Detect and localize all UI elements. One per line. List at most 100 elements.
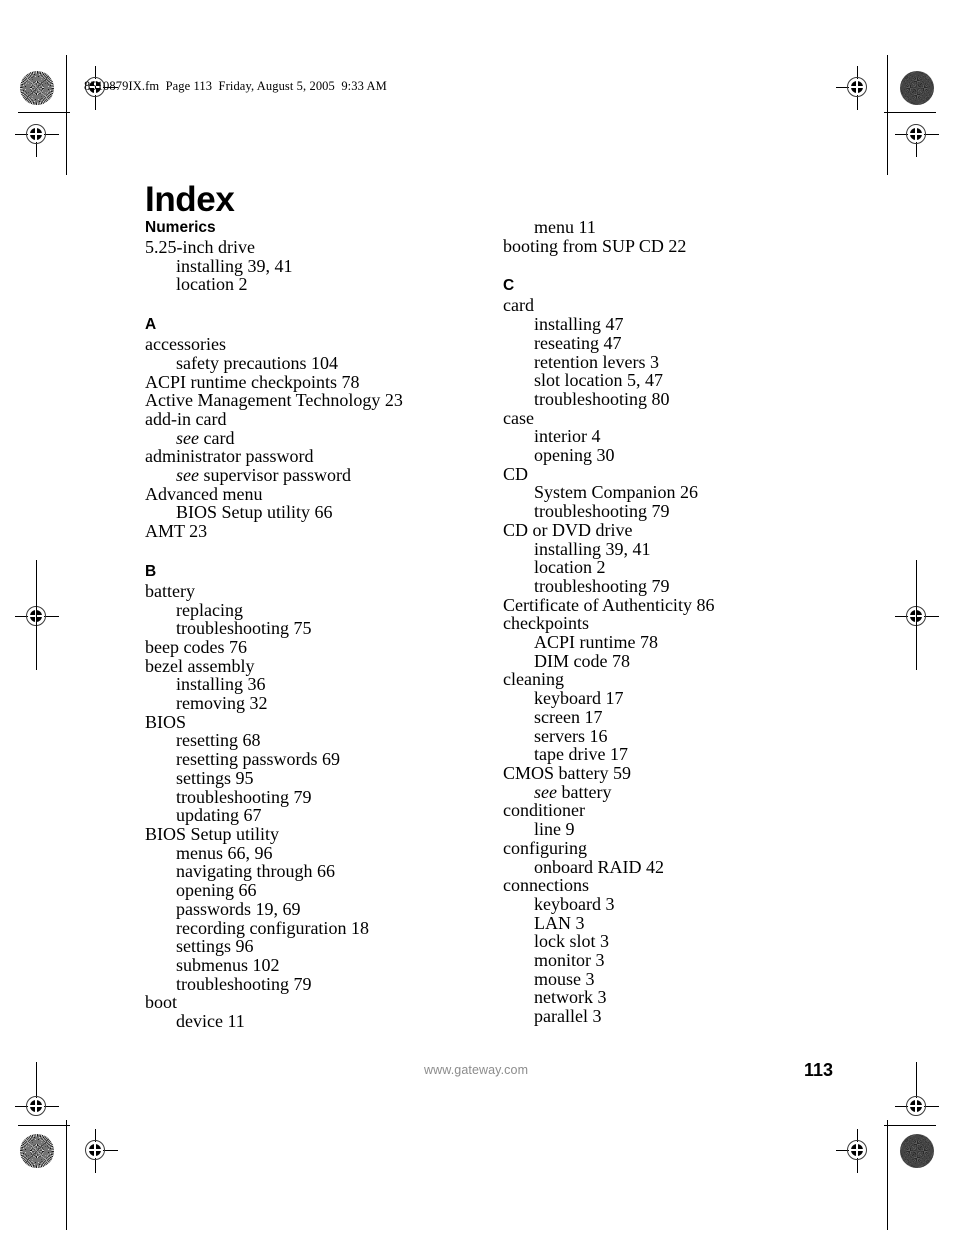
index-entry-cmos-battery-59: CMOS battery 59 bbox=[503, 762, 631, 783]
index-entry-boot: boot bbox=[145, 992, 178, 1013]
index-entry-text: supervisor password bbox=[198, 465, 351, 486]
registration-mark-top-left-trim bbox=[15, 113, 59, 157]
trim-rule-bottom-left-horizontal bbox=[18, 1125, 70, 1126]
trim-rule-bottom-left-inner bbox=[66, 1120, 67, 1230]
index-entry-replacing: replacing bbox=[176, 599, 243, 620]
index-section-heading-a: A bbox=[145, 316, 157, 334]
index-entry-troubleshooting-79: troubleshooting 79 bbox=[176, 973, 312, 994]
registration-mark-top-right-trim bbox=[895, 113, 939, 157]
density-patch-bottom-left bbox=[20, 1134, 54, 1168]
index-entry-network-3: network 3 bbox=[534, 987, 607, 1008]
trim-rule-top-right-vertical bbox=[887, 55, 888, 175]
registration-mark-top-right bbox=[836, 66, 880, 110]
index-entry-reseating-47: reseating 47 bbox=[534, 332, 622, 353]
index-entry-text: card bbox=[198, 427, 235, 448]
index-entry-safety-precautions-104: safety precautions 104 bbox=[176, 352, 338, 373]
index-entry-onboard-raid-42: onboard RAID 42 bbox=[534, 856, 664, 877]
index-entry-5-25-inch-drive: 5.25-inch drive bbox=[145, 237, 255, 257]
index-entry-retention-levers-3: retention levers 3 bbox=[534, 351, 659, 372]
index-section-heading-b: B bbox=[145, 562, 157, 580]
index-entry-parallel-3: parallel 3 bbox=[534, 1006, 602, 1027]
index-entry-mouse-3: mouse 3 bbox=[534, 968, 595, 989]
index-entry-lan-3: LAN 3 bbox=[534, 912, 585, 933]
index-entry-device-11: device 11 bbox=[176, 1011, 245, 1032]
index-entry-troubleshooting-80: troubleshooting 80 bbox=[534, 388, 670, 409]
index-entry-passwords-19-69: passwords 19, 69 bbox=[176, 898, 301, 919]
index-entry-slot-location-5-47: slot location 5, 47 bbox=[534, 370, 663, 391]
index-column-right: menu 11 booting from SUP CD 22 Ccard instal… bbox=[503, 218, 863, 1026]
index-entry-updating-67: updating 67 bbox=[176, 805, 262, 826]
trim-rule-bottom-right-horizontal bbox=[884, 1125, 936, 1126]
index-entry-acpi-runtime-checkpoints-78: ACPI runtime checkpoints 78 bbox=[145, 371, 360, 392]
trim-rule-bottom-right-inner bbox=[887, 1120, 888, 1230]
trim-rule-mid-right bbox=[916, 560, 917, 670]
index-entry-certificate-of-authenticity-86: Certificate of Authenticity 86 bbox=[503, 594, 715, 615]
index-entry-see-supervisor-password: see supervisor password bbox=[145, 466, 505, 485]
index-entry-keyboard-17: keyboard 17 bbox=[534, 688, 624, 709]
index-entry-see-battery: see battery bbox=[503, 781, 863, 802]
page-title: Index bbox=[145, 180, 235, 220]
registration-mark-bottom-right-trim bbox=[895, 1085, 939, 1129]
index-section-heading-c: C bbox=[503, 277, 515, 295]
index-entry-keyboard-3: keyboard 3 bbox=[534, 893, 615, 914]
index-entry-beep-codes-76: beep codes 76 bbox=[145, 636, 247, 657]
index-entry-screen-17: screen 17 bbox=[534, 706, 603, 727]
trim-rule-bottom-right-vertical bbox=[916, 1062, 917, 1108]
density-patch-bottom-right bbox=[900, 1134, 934, 1168]
index-entry-recording-configuration-18: recording configuration 18 bbox=[176, 917, 369, 938]
index-entry-installing-39-41: installing 39, 41 bbox=[176, 255, 293, 276]
index-entry-connections: connections bbox=[503, 875, 589, 896]
trim-rule-top-left-horizontal bbox=[18, 112, 70, 113]
density-patch-top-right bbox=[900, 71, 934, 105]
index-entry-see-card: see card bbox=[145, 427, 505, 448]
index-entry-active-management-technology-23: Active Management Technology 23 bbox=[145, 390, 403, 411]
index-entry-bios: BIOS bbox=[145, 711, 187, 732]
index-column-left: Numerics 5.25-inch drive installing 39, 41… bbox=[145, 218, 505, 1031]
running-header: 8510879IX.fm Page 113 Friday, August 5, … bbox=[84, 79, 387, 93]
index-entry-text: battery bbox=[556, 781, 612, 802]
index-entry-configuring: configuring bbox=[503, 837, 587, 858]
index-entry-checkpoints: checkpoints bbox=[503, 613, 589, 634]
index-entry-lock-slot-3: lock slot 3 bbox=[534, 931, 609, 952]
index-entry-battery: battery bbox=[145, 580, 195, 601]
registration-mark-mid-right bbox=[895, 595, 939, 639]
index-entry-administrator-password: administrator password bbox=[145, 446, 314, 467]
index-entry-submenus-102: submenus 102 bbox=[176, 954, 280, 975]
index-entry-location-2: location 2 bbox=[534, 557, 606, 578]
index-cross-reference-marker: see bbox=[176, 427, 199, 448]
density-patch-top-left bbox=[20, 71, 54, 105]
index-entry-navigating-through-66: navigating through 66 bbox=[176, 861, 335, 882]
index-entry-line-9: line 9 bbox=[534, 819, 575, 840]
index-entry-tape-drive-17: tape drive 17 bbox=[534, 744, 628, 765]
index-entry-installing-36: installing 36 bbox=[176, 674, 266, 695]
index-entry-dim-code-78: DIM code 78 bbox=[534, 650, 630, 671]
index-entry-menus-66-96: menus 66, 96 bbox=[176, 842, 273, 863]
trim-rule-mid-left bbox=[36, 560, 37, 670]
footer-page-number: 113 bbox=[804, 1060, 834, 1080]
index-entry-cd: CD bbox=[503, 463, 529, 484]
trim-rule-bottom-left-vertical bbox=[36, 1062, 37, 1108]
index-entry-card: card bbox=[503, 295, 534, 316]
index-entry-bezel-assembly: bezel assembly bbox=[145, 655, 255, 676]
registration-mark-mid-left bbox=[15, 595, 59, 639]
index-entry-installing-39-41: installing 39, 41 bbox=[534, 538, 651, 559]
index-entry-troubleshooting-75: troubleshooting 75 bbox=[176, 618, 312, 639]
index-section-heading-numerics: Numerics bbox=[145, 219, 216, 236]
index-entry-system-companion-26: System Companion 26 bbox=[534, 482, 699, 503]
index-entry-accessories: accessories bbox=[145, 334, 226, 355]
index-entry-monitor-3: monitor 3 bbox=[534, 950, 605, 971]
index-entry-resetting-68: resetting 68 bbox=[176, 730, 261, 751]
index-cross-reference-marker: see bbox=[176, 465, 199, 486]
index-entry-cleaning: cleaning bbox=[503, 669, 564, 690]
footer-website-url: www.gateway.com bbox=[424, 1063, 529, 1077]
index-entry-amt-23: AMT 23 bbox=[145, 521, 208, 542]
index-entry-bios-setup-utility-66: BIOS Setup utility 66 bbox=[176, 502, 333, 523]
index-entry-add-in-card: add-in card bbox=[145, 408, 227, 429]
index-entry-bios-setup-utility: BIOS Setup utility bbox=[145, 823, 280, 844]
registration-mark-bottom-right bbox=[836, 1129, 880, 1173]
index-entry-opening-66: opening 66 bbox=[176, 880, 257, 901]
index-entry-settings-96: settings 96 bbox=[176, 936, 254, 957]
index-entry-cd-or-dvd-drive: CD or DVD drive bbox=[503, 519, 633, 540]
index-entry-interior-4: interior 4 bbox=[534, 426, 601, 447]
index-entry-menu-11: menu 11 bbox=[534, 217, 596, 237]
